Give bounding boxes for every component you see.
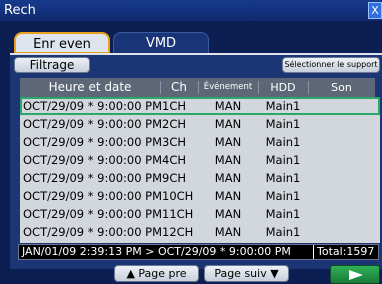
status-divider <box>313 245 314 259</box>
column-header-sound[interactable]: Son <box>308 78 375 97</box>
table-row[interactable]: OCT/29/09 * 9:00:00 PM 3CH MAN Main1 <box>20 133 380 151</box>
row-event: MAN <box>214 171 242 185</box>
row-channel: 10CH <box>162 189 194 203</box>
row-channel: 12CH <box>162 225 194 239</box>
total-count: Total:1597 <box>317 245 375 258</box>
window-titlebar: Rech X <box>0 0 382 21</box>
select-media-button[interactable]: Sélectionner le support <box>282 57 380 73</box>
page-next-button[interactable]: Page suiv ▼ <box>204 265 289 282</box>
close-button[interactable]: X <box>368 2 382 19</box>
table-row[interactable]: OCT/29/09 * 9:00:00 PM 12CH MAN Main1 <box>20 223 380 241</box>
row-date: OCT/29/09 * 9:00:00 PM <box>23 207 163 221</box>
row-event: MAN <box>214 99 242 113</box>
tab-vmd[interactable]: VMD <box>113 32 209 54</box>
search-range-text: JAN/01/09 2:39:13 PM > OCT/29/09 * 9:00:… <box>22 245 291 258</box>
row-event: MAN <box>214 225 242 239</box>
row-hdd: Main1 <box>265 153 301 167</box>
row-date: OCT/29/09 * 9:00:00 PM <box>23 99 163 113</box>
row-date: OCT/29/09 * 9:00:00 PM <box>23 135 163 149</box>
row-channel: 4CH <box>162 153 186 167</box>
play-arrow-icon <box>349 270 363 280</box>
window-title: Rech <box>4 3 36 18</box>
row-event: MAN <box>214 135 242 149</box>
table-row[interactable]: OCT/29/09 * 9:00:00 PM 2CH MAN Main1 <box>20 115 380 133</box>
row-date: OCT/29/09 * 9:00:00 PM <box>23 117 163 131</box>
column-header-hdd[interactable]: HDD <box>258 78 308 97</box>
event-list: OCT/29/09 * 9:00:00 PM 1CH MAN Main1 OCT… <box>20 97 380 243</box>
row-hdd: Main1 <box>265 135 301 149</box>
row-event: MAN <box>214 153 242 167</box>
row-channel: 11CH <box>162 207 194 221</box>
table-header: Heure et date Ch Événement HDD Son <box>20 78 375 97</box>
row-hdd: Main1 <box>265 189 301 203</box>
row-hdd: Main1 <box>265 207 301 221</box>
table-row[interactable]: OCT/29/09 * 9:00:00 PM 11CH MAN Main1 <box>20 205 380 223</box>
column-header-date[interactable]: Heure et date <box>20 78 160 97</box>
tab-event-recording[interactable]: Enr even <box>14 32 110 54</box>
table-row[interactable]: OCT/29/09 * 9:00:00 PM 10CH MAN Main1 <box>20 187 380 205</box>
row-date: OCT/29/09 * 9:00:00 PM <box>23 189 163 203</box>
row-hdd: Main1 <box>265 171 301 185</box>
row-event: MAN <box>214 117 242 131</box>
column-header-event[interactable]: Événement <box>198 78 258 97</box>
table-row-selected[interactable]: OCT/29/09 * 9:00:00 PM 1CH MAN Main1 <box>20 97 380 115</box>
row-date: OCT/29/09 * 9:00:00 PM <box>23 153 163 167</box>
row-event: MAN <box>214 189 242 203</box>
table-row[interactable]: OCT/29/09 * 9:00:00 PM 4CH MAN Main1 <box>20 151 380 169</box>
close-icon: X <box>371 4 379 17</box>
row-channel: 3CH <box>162 135 186 149</box>
row-date: OCT/29/09 * 9:00:00 PM <box>23 225 163 239</box>
page-prev-button[interactable]: ▲ Page pre <box>114 265 199 282</box>
status-bar: JAN/01/09 2:39:13 PM > OCT/29/09 * 9:00:… <box>18 244 379 260</box>
row-date: OCT/29/09 * 9:00:00 PM <box>23 171 163 185</box>
row-hdd: Main1 <box>265 225 301 239</box>
row-event: MAN <box>214 207 242 221</box>
row-channel: 9CH <box>162 171 186 185</box>
table-row[interactable]: OCT/29/09 * 9:00:00 PM 9CH MAN Main1 <box>20 169 380 187</box>
row-hdd: Main1 <box>265 117 301 131</box>
row-channel: 2CH <box>162 117 186 131</box>
play-button[interactable] <box>330 265 380 284</box>
column-header-channel[interactable]: Ch <box>160 78 198 97</box>
filter-button[interactable]: Filtrage <box>14 57 90 73</box>
row-hdd: Main1 <box>265 99 301 113</box>
row-channel: 1CH <box>162 99 186 113</box>
